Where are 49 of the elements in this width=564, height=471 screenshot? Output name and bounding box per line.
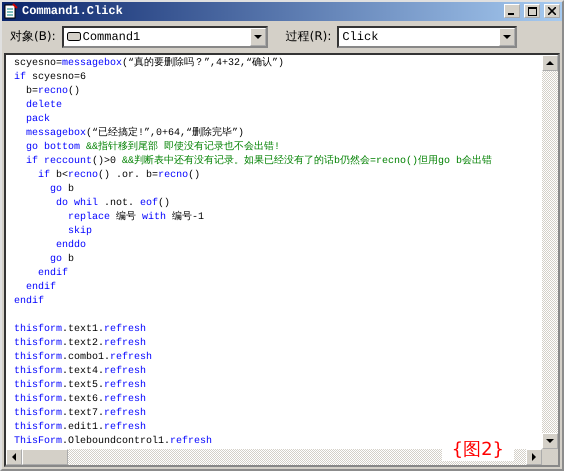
code-line: pack (25, 113, 52, 127)
code-line: endif (14, 295, 46, 309)
code-line: if reccount()>0 &&判断表中还有没有记录。如果已经没有了的话b仍然会=recno()但用go b会出错 (25, 155, 494, 169)
close-icon (548, 7, 556, 16)
code-line: thisform.text1.refresh (14, 323, 148, 337)
code-line: if b<recno() .or. b=recno() (37, 169, 202, 183)
code-line: thisform.text2.refresh (14, 337, 148, 351)
object-dropdown[interactable]: Command1 (62, 26, 268, 48)
dropdown-arrow-icon (254, 34, 262, 39)
code-line: b=recno() (25, 85, 82, 99)
object-value: Command1 (82, 30, 140, 44)
vertical-scrollbar[interactable] (542, 55, 558, 449)
procedure-value: Click (342, 30, 378, 44)
code-line: thisform.text7.refresh (14, 407, 148, 421)
scroll-thumb[interactable] (22, 449, 68, 465)
code-line: go bottom &&指针移到尾部 即使没有记录也不会出错! (25, 141, 282, 154)
code-line: thisform.combo1.refresh (14, 351, 154, 365)
code-line: delete (25, 99, 64, 113)
code-line: skip (67, 225, 94, 239)
code-line: scyesno=messagebox(“真的要删除吗？”,4+32,“确认”) (14, 57, 286, 71)
code-line: thisform.text4.refresh (14, 365, 148, 379)
button-control-icon (66, 32, 81, 42)
code-line: thisform.text6.refresh (14, 393, 148, 407)
code-line: replace 编号 with 编号-1 (67, 211, 206, 225)
scroll-right-icon (532, 453, 536, 461)
procedure-dropdown[interactable]: Click (337, 26, 518, 48)
code-line: do whil .not. eof() (55, 197, 172, 210)
document-icon (4, 3, 18, 20)
code-line: if scyesno=6 (14, 71, 88, 85)
scroll-left-icon (12, 453, 16, 461)
code-line: go b (49, 183, 76, 197)
maximize-button[interactable] (524, 4, 540, 18)
procedure-label: 过程(R): (286, 28, 332, 46)
scroll-up-icon (546, 61, 554, 65)
window-title: Command1.Click (22, 4, 124, 18)
maximize-icon (528, 6, 536, 16)
code-line: messagebox(“已经搞定!”,0+64,“删除完毕”) (25, 127, 246, 140)
code-line: go b (49, 253, 76, 267)
code-line: endif (25, 281, 58, 295)
code-line: thisform.text5.refresh (14, 379, 148, 393)
dropdown-arrow-icon (503, 34, 512, 39)
code-line: enddo (55, 239, 88, 253)
code-line: thisform.edit1.refresh (14, 421, 148, 435)
scroll-down-icon (546, 439, 554, 443)
code-line: endif (37, 267, 70, 281)
minimize-button[interactable] (504, 4, 520, 18)
close-button[interactable] (544, 4, 560, 18)
code-line: ThisForm.Oleboundcontrol1.refresh (14, 435, 214, 449)
object-label: 对象(B): (10, 28, 56, 46)
